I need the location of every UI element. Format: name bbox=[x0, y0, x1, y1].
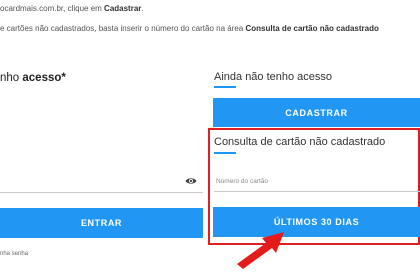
register-inline-link[interactable]: Cadastrar bbox=[104, 4, 141, 13]
eye-icon[interactable] bbox=[185, 176, 197, 186]
intro-line-1: ocardmais.com.br, clique em Cadastrar. bbox=[0, 4, 144, 13]
intro-line-2: e cartões não cadastrados, basta inserir… bbox=[0, 24, 379, 33]
card-number-label: Número do cartão bbox=[216, 178, 269, 185]
intro-line-2-bold: Consulta de cartão não cadastrado bbox=[245, 24, 379, 33]
forgot-password-link[interactable]: nha senha bbox=[0, 251, 28, 257]
login-button[interactable]: ENTRAR bbox=[0, 208, 203, 238]
intro-line-1-end: . bbox=[141, 4, 144, 13]
register-heading-accent bbox=[214, 86, 236, 88]
card-query-heading: Consulta de cartão não cadastrado bbox=[214, 136, 386, 148]
card-number-field[interactable] bbox=[214, 191, 420, 192]
login-heading: nho acesso* bbox=[0, 72, 66, 84]
register-heading: Ainda não tenho acesso bbox=[214, 71, 333, 83]
login-heading-prefix: nho bbox=[0, 72, 23, 84]
red-arrow-icon bbox=[237, 232, 284, 269]
intro-line-1-text: ocardmais.com.br, clique em bbox=[0, 4, 105, 13]
password-field[interactable] bbox=[0, 192, 203, 193]
register-button[interactable]: CADASTRAR bbox=[213, 98, 420, 127]
intro-line-2-text: e cartões não cadastrados, basta inserir… bbox=[0, 24, 246, 33]
login-heading-bold: acesso* bbox=[22, 72, 66, 84]
card-query-heading-accent bbox=[214, 152, 236, 154]
